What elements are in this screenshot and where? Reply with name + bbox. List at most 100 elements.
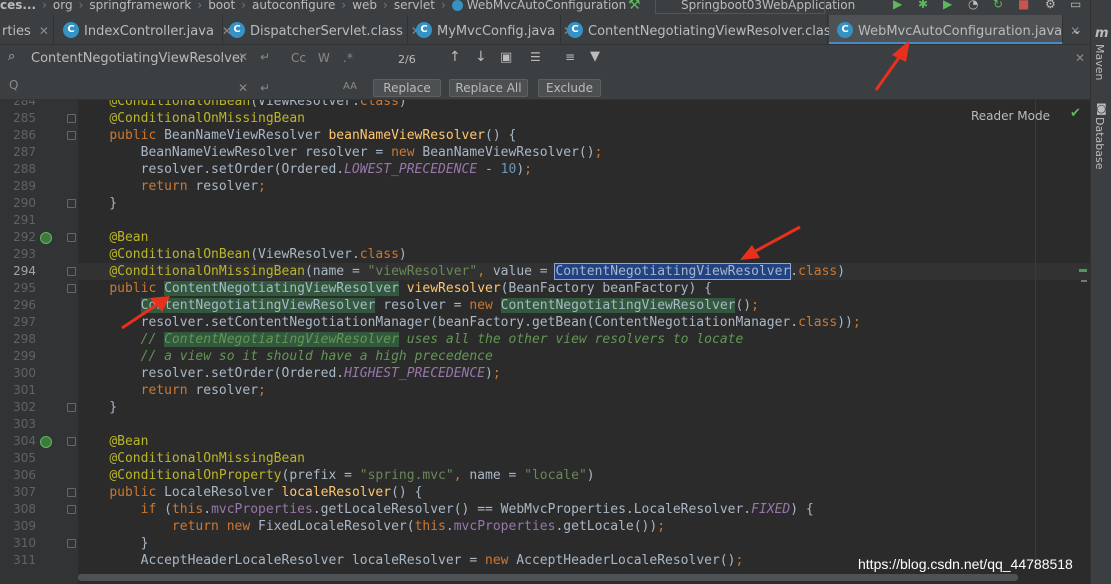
run-icon[interactable]: ▶ (893, 0, 902, 11)
breadcrumb-item[interactable]: autoconfigure (252, 0, 335, 11)
tab-dispatcher-servlet[interactable]: CDispatcherServlet.class✕ (224, 15, 421, 44)
code-line-295: public ContentNegotiatingViewResolver vi… (109, 281, 712, 296)
code-line-286: public BeanNameViewResolver beanNameView… (109, 128, 517, 143)
code-editor[interactable]: @ConditionalOnBean(ViewResolver.class) @… (78, 100, 1090, 570)
code-line-302: } (78, 400, 118, 415)
layout-icon[interactable]: ▭ (1070, 0, 1081, 11)
code-line-301: return resolver; (140, 383, 266, 398)
breadcrumb-item[interactable]: WebMvcAutoConfiguration (467, 0, 626, 11)
spring-bean-icon[interactable] (40, 232, 52, 244)
clear-replace-icon[interactable]: ✕ (238, 81, 248, 95)
replace-icon: Q (9, 78, 19, 92)
profile-icon[interactable]: ◔ (968, 0, 978, 11)
code-line-296: ContentNegotiatingViewResolver resolver … (140, 298, 759, 313)
code-line-284: @ConditionalOnBean(ViewResolver.class) (109, 100, 407, 109)
line-number: 293 (13, 247, 36, 261)
coverage-icon[interactable]: ▶ (943, 0, 952, 11)
database-icon[interactable]: ◙ (1096, 102, 1107, 115)
maven-icon[interactable]: m (1095, 26, 1109, 41)
tab-label: ContentNegotiatingViewResolver.class (588, 24, 838, 39)
maven-tool-button[interactable]: Maven (1093, 44, 1106, 80)
exclude-button[interactable]: Exclude (538, 79, 601, 97)
close-icon[interactable]: ✕ (39, 24, 49, 38)
arrow-down-icon[interactable]: ↓ (475, 49, 487, 65)
fold-icon[interactable] (67, 131, 76, 140)
tab-web-mvc-auto-configuration[interactable]: C WebMvcAutoConfiguration.java ✕ (829, 15, 1080, 44)
fold-icon[interactable] (67, 403, 76, 412)
funnel-icon[interactable]: ▼ (590, 49, 600, 64)
fold-icon[interactable] (67, 437, 76, 446)
regex-toggle[interactable]: .* (343, 51, 353, 65)
build-icon[interactable]: ↻ (993, 0, 1003, 11)
code-line-304: @Bean (109, 434, 149, 449)
horizontal-scrollbar[interactable] (78, 570, 1090, 584)
breadcrumb-item[interactable]: springframework (89, 0, 191, 11)
fold-icon[interactable] (67, 284, 76, 293)
close-search-icon[interactable]: ✕ (1075, 51, 1085, 65)
search-icon[interactable]: ⌕ (8, 49, 15, 64)
scrollbar-thumb[interactable] (78, 574, 1018, 581)
breadcrumb-separator: › (383, 0, 388, 12)
preserve-case-toggle[interactable]: AA (343, 81, 357, 92)
reader-mode-toggle[interactable]: Reader Mode (971, 109, 1050, 123)
select-all-occurrences-icon[interactable]: ▣ (500, 50, 512, 65)
error-stripe-marker[interactable] (1081, 280, 1087, 282)
error-stripe-marker[interactable] (1079, 269, 1087, 272)
replace-all-button[interactable]: Replace All (449, 79, 528, 97)
tab-list-chevron-icon[interactable]: ⌄ (1064, 15, 1090, 44)
debug-icon[interactable]: ✱ (918, 0, 928, 11)
fold-icon[interactable] (67, 267, 76, 276)
search-input[interactable]: ContentNegotiatingViewResolver (31, 51, 245, 66)
new-line-icon[interactable]: ↵ (260, 50, 270, 64)
line-number: 290 (13, 196, 36, 210)
multiline-icon[interactable]: ≡ (565, 50, 575, 64)
code-line-299: // a view so it should have a high prece… (140, 349, 493, 364)
run-config-selector[interactable]: Springboot03WebApplication (655, 0, 855, 14)
fold-icon[interactable] (67, 539, 76, 548)
line-number: 289 (13, 179, 36, 193)
filter-options-icon[interactable]: ☰ (530, 50, 541, 64)
breadcrumb-item[interactable]: web (352, 0, 377, 11)
line-gutter[interactable]: 284 285 286 287 288 289 290 291 292 293 294 295 296 2… (0, 100, 78, 584)
breadcrumb-item[interactable]: boot (208, 0, 235, 11)
hammer-icon[interactable]: ⚒ (628, 0, 641, 13)
database-tool-button[interactable]: Database (1093, 117, 1106, 170)
whole-word-toggle[interactable]: W (318, 51, 330, 65)
class-icon: C (416, 22, 432, 38)
fold-icon[interactable] (67, 488, 76, 497)
class-icon: C (567, 22, 583, 38)
tab-label: rties (2, 24, 31, 39)
tab-index-controller[interactable]: C IndexController.java ✕ (55, 15, 232, 44)
code-line-300: resolver.setOrder(Ordered.HIGHEST_PRECED… (78, 366, 501, 381)
breadcrumb-item[interactable]: org (53, 0, 73, 11)
code-line-285: @ConditionalOnMissingBean (109, 111, 305, 126)
spring-bean-icon[interactable] (40, 436, 52, 448)
tab-my-mvc-config[interactable]: CMyMvcConfig.java✕ (409, 15, 573, 44)
code-line-309: return new FixedLocaleResolver(this.mvcP… (171, 519, 666, 534)
code-line-293: @ConditionalOnBean(ViewResolver.class) (109, 247, 407, 262)
line-number: 310 (13, 536, 36, 550)
match-case-toggle[interactable]: Cc (291, 51, 306, 65)
breadcrumb-item[interactable]: ces... (0, 0, 36, 11)
line-number: 286 (13, 128, 36, 142)
tab-content-negotiating-view-resolver[interactable]: CContentNegotiatingViewResolver.class✕ (562, 15, 855, 44)
breadcrumb-separator: › (197, 0, 203, 12)
clear-icon[interactable]: ✕ (238, 50, 248, 64)
tab-properties[interactable]: rties ✕ (0, 15, 54, 44)
new-line-replace-icon[interactable]: ↵ (260, 81, 270, 95)
code-line-294: @ConditionalOnMissingBean(name = "viewRe… (78, 263, 1090, 280)
line-number: 305 (13, 451, 36, 465)
code-line-292: @Bean (109, 230, 149, 245)
breadcrumb-item[interactable]: servlet (394, 0, 435, 11)
fold-icon[interactable] (67, 199, 76, 208)
stop-icon[interactable]: ■ (1018, 0, 1029, 11)
code-line-288: resolver.setOrder(Ordered.LOWEST_PRECEDE… (78, 162, 532, 177)
fold-icon[interactable] (67, 233, 76, 242)
settings-icon[interactable]: ⚙ (1045, 0, 1056, 11)
fold-icon[interactable] (67, 114, 76, 123)
line-number: 284 (13, 100, 36, 108)
replace-button[interactable]: Replace (373, 79, 441, 97)
fold-icon[interactable] (67, 505, 76, 514)
breadcrumb-separator: › (440, 0, 446, 12)
arrow-up-icon[interactable]: ↑ (449, 49, 461, 65)
